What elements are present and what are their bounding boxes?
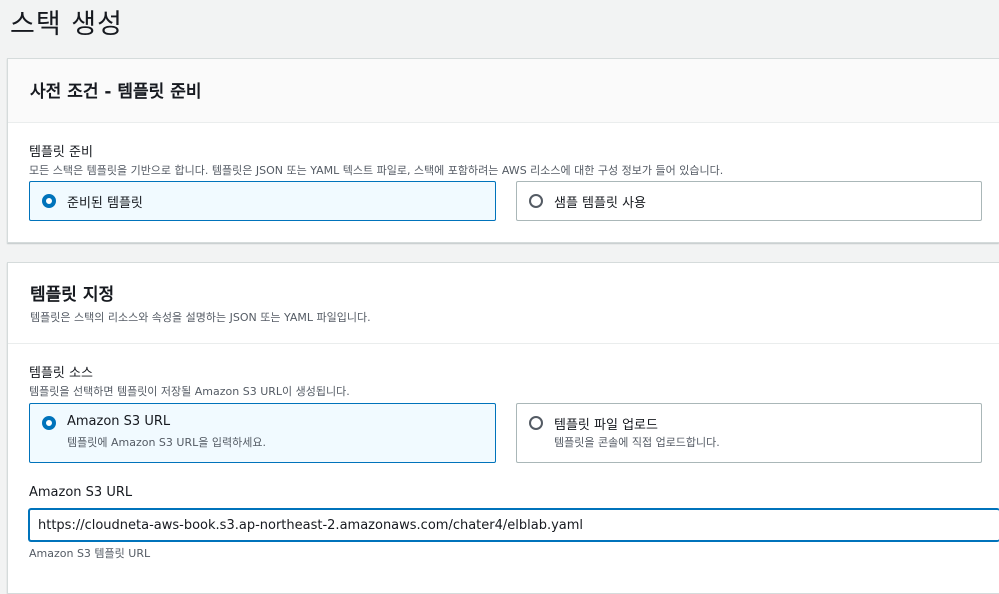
radio-amazon-s3-url[interactable] [42, 416, 56, 430]
specify-template-panel-header: 템플릿 지정 템플릿은 스택의 리소스와 속성을 설명하는 JSON 또는 YA… [8, 263, 999, 344]
template-source-description: 템플릿을 선택하면 템플릿이 저장될 Amazon S3 URL이 생성됩니다. [29, 385, 350, 398]
template-source-label: 템플릿 소스 [29, 366, 93, 381]
option-upload-template-file-label: 템플릿 파일 업로드 [554, 418, 658, 433]
option-amazon-s3-url-label: Amazon S3 URL [67, 414, 171, 429]
prerequisite-panel-header: 사전 조건 - 템플릿 준비 [8, 59, 999, 123]
s3-url-hint: Amazon S3 템플릿 URL [29, 547, 151, 560]
option-amazon-s3-url-description: 템플릿에 Amazon S3 URL을 입력하세요. [67, 436, 266, 449]
s3-url-input[interactable] [29, 509, 999, 541]
option-ready-template-label: 준비된 템플릿 [67, 196, 143, 211]
specify-template-title: 템플릿 지정 [30, 285, 115, 305]
radio-upload-template-file[interactable] [529, 416, 543, 430]
radio-sample-template[interactable] [529, 194, 543, 208]
prepare-template-label: 템플릿 준비 [29, 145, 93, 160]
specify-template-panel: 템플릿 지정 템플릿은 스택의 리소스와 속성을 설명하는 JSON 또는 YA… [7, 262, 999, 594]
page-title: 스택 생성 [10, 9, 123, 40]
option-ready-template[interactable]: 준비된 템플릿 [29, 181, 496, 221]
prerequisite-title: 사전 조건 - 템플릿 준비 [30, 82, 202, 102]
radio-ready-template[interactable] [42, 194, 56, 208]
s3-url-label: Amazon S3 URL [29, 485, 133, 500]
prepare-template-description: 모든 스택은 템플릿을 기반으로 합니다. 템플릿은 JSON 또는 YAML … [29, 164, 724, 177]
option-sample-template[interactable]: 샘플 템플릿 사용 [516, 181, 982, 221]
option-upload-template-file-description: 템플릿을 콘솔에 직접 업로드합니다. [554, 436, 720, 449]
prerequisite-panel: 사전 조건 - 템플릿 준비 템플릿 준비 모든 스택은 템플릿을 기반으로 합… [7, 58, 999, 243]
specify-template-description: 템플릿은 스택의 리소스와 속성을 설명하는 JSON 또는 YAML 파일입니… [30, 311, 371, 324]
option-sample-template-label: 샘플 템플릿 사용 [554, 196, 646, 211]
option-amazon-s3-url[interactable]: Amazon S3 URL 템플릿에 Amazon S3 URL을 입력하세요. [29, 403, 496, 463]
option-upload-template-file[interactable]: 템플릿 파일 업로드 템플릿을 콘솔에 직접 업로드합니다. [516, 403, 982, 463]
